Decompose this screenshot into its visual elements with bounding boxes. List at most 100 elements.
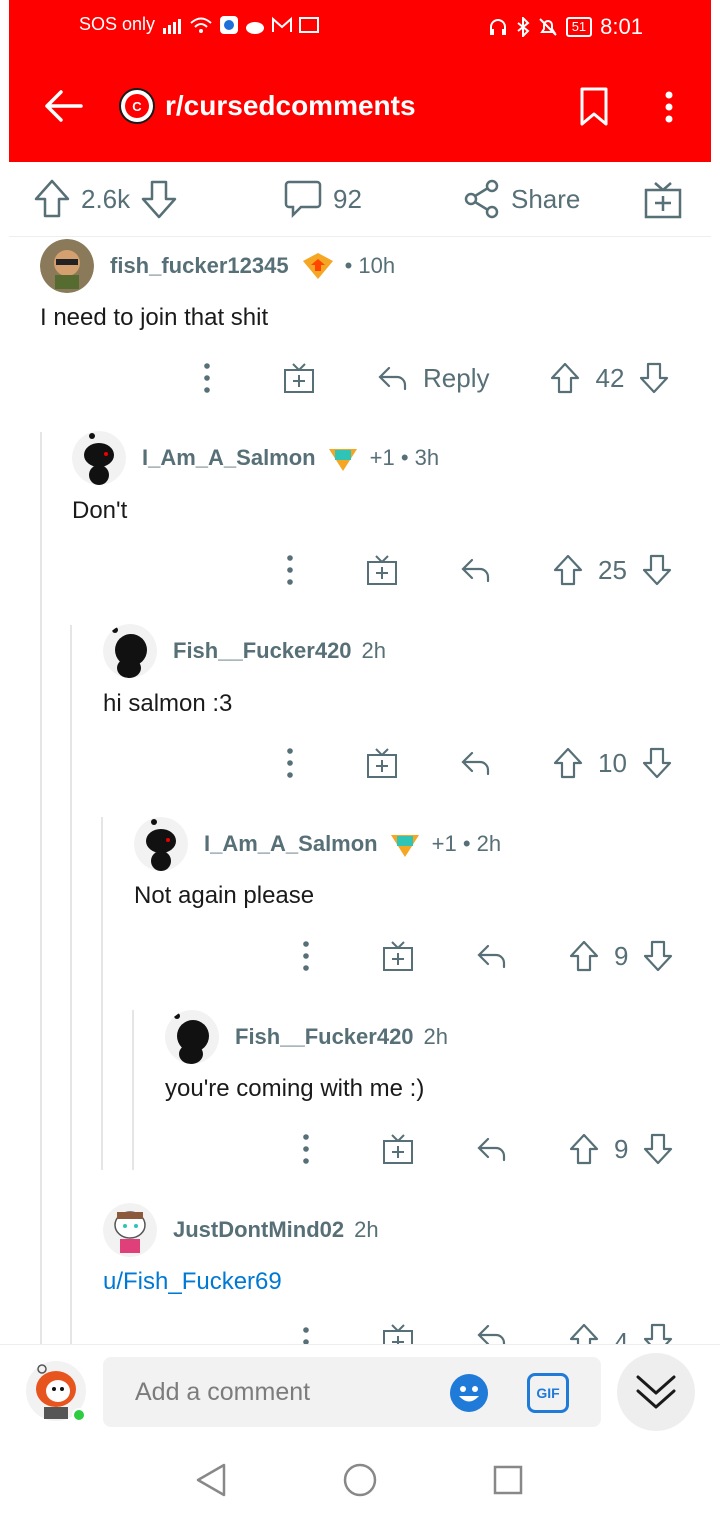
gift-award-icon[interactable] [366, 746, 398, 780]
thread-line[interactable] [132, 1010, 134, 1170]
signal-icon [163, 18, 182, 34]
upvote-icon[interactable] [549, 361, 581, 395]
share-button[interactable]: Share [463, 178, 580, 220]
username[interactable]: Fish__Fucker420 [235, 1024, 414, 1050]
comment-meta: 2h [361, 638, 387, 663]
downvote-icon[interactable] [641, 553, 673, 587]
top-header: SOS only 51 8:01 C r/cursedcomments [9, 0, 711, 162]
reply-icon[interactable] [460, 749, 492, 777]
user-avatar[interactable] [24, 1359, 88, 1423]
battery-icon: 51 [565, 17, 593, 37]
award-badge-icon [390, 835, 419, 857]
subreddit-icon[interactable]: C [119, 88, 155, 124]
comment-input[interactable]: Add a comment GIF [103, 1357, 601, 1427]
carrier-text: SOS only [79, 14, 156, 34]
comment-composer-bar: Add a comment GIF [0, 1344, 720, 1441]
comment-count: 92 [333, 183, 362, 214]
downvote-icon[interactable] [642, 1322, 674, 1344]
comment-header: JustDontMind02 2h [103, 1203, 379, 1257]
upvote-icon[interactable] [568, 1322, 600, 1344]
username[interactable]: fish_fucker12345 [110, 253, 289, 279]
comment-meta: +1 • 2h [431, 831, 502, 856]
more-options-icon[interactable] [195, 358, 219, 398]
avatar[interactable] [103, 624, 157, 678]
reply-button[interactable]: Reply [423, 363, 489, 394]
reply-icon[interactable] [377, 364, 409, 392]
comment-placeholder: Add a comment [135, 1378, 311, 1406]
thread-line[interactable] [40, 432, 42, 1344]
gif-button[interactable]: GIF [527, 1373, 569, 1413]
more-options-icon[interactable] [294, 1129, 318, 1169]
downvote-icon[interactable] [641, 746, 673, 780]
comment-meta: 2h [354, 1217, 379, 1242]
username[interactable]: JustDontMind02 [173, 1217, 344, 1243]
mail-icon [272, 16, 293, 32]
gift-award-icon[interactable] [366, 553, 398, 587]
back-arrow-icon[interactable] [41, 84, 85, 128]
double-chevron-down-icon [636, 1375, 676, 1409]
more-options-icon[interactable] [663, 90, 675, 126]
downvote-icon[interactable] [642, 939, 674, 973]
avatar[interactable] [103, 1203, 157, 1257]
nav-back-icon[interactable] [194, 1462, 228, 1498]
comments-button[interactable]: 92 [283, 178, 362, 220]
reddit-notification-icon [246, 21, 265, 34]
comment-score: 25 [598, 554, 627, 585]
avatar[interactable] [165, 1010, 219, 1064]
upvote-icon[interactable] [568, 939, 600, 973]
reply-icon[interactable] [476, 1322, 508, 1344]
comment-score: 9 [614, 940, 629, 971]
downvote-icon[interactable] [140, 178, 178, 220]
avatar[interactable] [40, 239, 94, 293]
nav-home-icon[interactable] [342, 1462, 378, 1498]
wifi-icon [190, 17, 212, 33]
gift-award-icon[interactable] [643, 180, 683, 220]
upvote-icon[interactable] [568, 1132, 600, 1166]
subreddit-name[interactable]: r/cursedcomments [165, 90, 416, 122]
share-icon [464, 179, 499, 219]
comment-actions: 9 [294, 1129, 674, 1169]
collapse-button[interactable] [617, 1353, 695, 1431]
system-nav-bar [0, 1440, 720, 1520]
username[interactable]: I_Am_A_Salmon [142, 445, 316, 471]
reply-icon[interactable] [460, 556, 492, 584]
more-options-icon[interactable] [294, 1322, 318, 1344]
image-icon [299, 16, 320, 33]
gift-award-icon[interactable] [382, 1322, 414, 1344]
thread-line[interactable] [70, 625, 72, 1344]
upvote-icon[interactable] [552, 553, 584, 587]
upvote-icon[interactable] [552, 746, 584, 780]
comment-score: 42 [595, 362, 625, 393]
user-mention-link[interactable]: u/Fish_Fucker69 [103, 1268, 282, 1296]
comment-body: you're coming with me :) [165, 1075, 425, 1102]
post-score: 2.6k [81, 183, 131, 214]
gift-award-icon[interactable] [283, 361, 315, 395]
comment-actions: 4 [294, 1322, 674, 1344]
comment-bubble-icon [284, 180, 322, 219]
reply-icon[interactable] [476, 942, 508, 970]
gift-award-icon[interactable] [382, 939, 414, 973]
gift-award-icon[interactable] [382, 1132, 414, 1166]
thread-line[interactable] [101, 817, 103, 1170]
upvote-icon[interactable] [33, 178, 71, 220]
comment-score: 4 [614, 1327, 629, 1344]
avatar[interactable] [72, 431, 126, 485]
comment-score: 10 [598, 747, 627, 778]
reply-icon[interactable] [476, 1135, 508, 1163]
downvote-icon[interactable] [638, 361, 670, 395]
downvote-icon[interactable] [642, 1132, 674, 1166]
app-bar: C r/cursedcomments [9, 64, 711, 150]
nav-recents-icon[interactable] [492, 1464, 524, 1496]
app-notification-icon [220, 15, 239, 34]
emoji-icon[interactable] [449, 1373, 489, 1413]
avatar[interactable] [134, 817, 188, 871]
username[interactable]: I_Am_A_Salmon [204, 831, 378, 857]
username[interactable]: Fish__Fucker420 [173, 638, 352, 664]
more-options-icon[interactable] [278, 550, 302, 590]
comment-body: I need to join that shit [40, 304, 269, 331]
comment-body: Not again please [134, 882, 315, 909]
comment-actions: 10 [278, 743, 673, 783]
more-options-icon[interactable] [278, 743, 302, 783]
bookmark-icon[interactable] [579, 86, 609, 128]
more-options-icon[interactable] [294, 936, 318, 976]
